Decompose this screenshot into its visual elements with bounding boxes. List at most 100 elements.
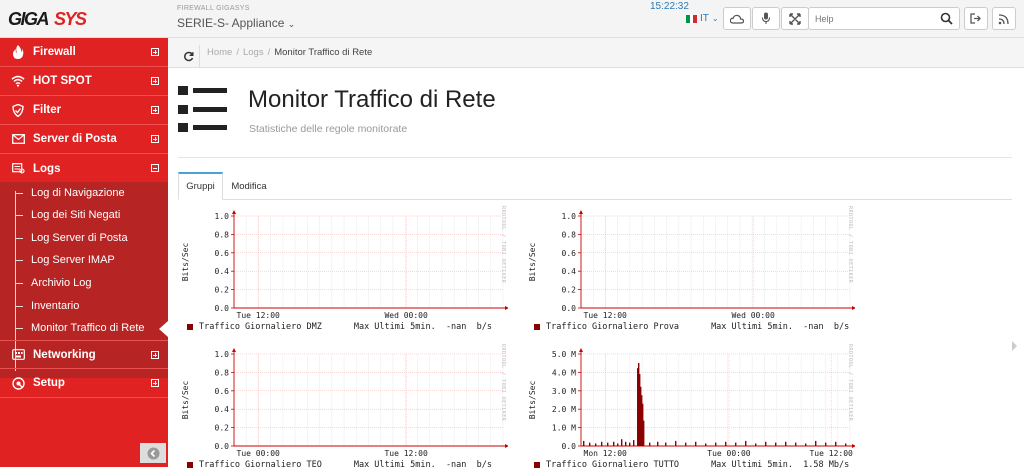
shield-icon [11, 103, 25, 117]
network-icon [11, 348, 25, 362]
x-tick-label: Tue 12:00 [584, 311, 628, 320]
sidebar-item-firewall[interactable]: Firewall [0, 38, 168, 67]
y-tick-label: 0.6 [562, 249, 577, 258]
submenu-tick [16, 328, 23, 329]
sidebar-item-label: Server di Posta [33, 133, 117, 145]
gigasys-logo[interactable]: GIGA SYS [8, 8, 92, 30]
scroll-right-arrow[interactable] [1012, 341, 1017, 351]
appliance-label: SERIE-S- Appliance [177, 16, 285, 30]
page-subtitle: Statistiche delle regole monitorate [249, 123, 408, 135]
x-axis-arrow [852, 444, 855, 448]
y-axis-arrow [579, 348, 583, 352]
data-bar [649, 442, 651, 446]
graph-legend: Traffico Giornaliero DMZ Max Ultimi 5min.… [187, 322, 492, 332]
sidebar-item-mail-server[interactable]: Server di Posta [0, 125, 168, 154]
y-axis-arrow [579, 210, 583, 214]
logout-button[interactable] [964, 7, 988, 30]
y-tick-label: 4.0 M [552, 368, 576, 377]
sidebar-collapse-button[interactable] [140, 443, 166, 463]
sidebar-item-logs[interactable]: Logs [0, 154, 168, 183]
breadcrumb-home[interactable]: Home [207, 47, 232, 58]
list-icon [178, 86, 227, 132]
submenu-tick [16, 306, 23, 307]
submenu-item-mail-server-log[interactable]: Log Server di Posta [31, 228, 128, 248]
cloud-button[interactable] [723, 7, 751, 30]
y-axis-label: Bits/Sec [181, 381, 190, 420]
legend-stat: Max Ultimi 5min. -nan b/s [353, 322, 492, 332]
refresh-icon [184, 51, 194, 61]
submenu-item-imap-log[interactable]: Log Server IMAP [31, 250, 115, 270]
data-bar [765, 441, 767, 446]
expand-icon [151, 106, 159, 114]
legend-swatch [187, 324, 193, 330]
language-selector[interactable]: IT ⌄ [686, 13, 719, 24]
expand-icon [151, 48, 159, 56]
data-bar [715, 442, 717, 446]
svg-text:SYS: SYS [54, 9, 87, 29]
graph-legend: Traffico Giornaliero TEO Max Ultimi 5min.… [187, 460, 492, 470]
y-tick-label: 0.4 [215, 405, 230, 414]
submenu-item-log-archive[interactable]: Archivio Log [31, 273, 92, 293]
expand-icon [151, 351, 159, 359]
expand-icon [151, 77, 159, 85]
clock: 15:22:32 [650, 1, 689, 12]
x-tick-label: Tue 00:00 [237, 449, 281, 458]
sidebar-item-label: Networking [33, 348, 96, 361]
sidebar-item-filter[interactable]: Filter [0, 96, 168, 125]
fullscreen-button[interactable] [781, 7, 809, 30]
submenu-tick [16, 283, 23, 284]
flame-icon [11, 45, 25, 59]
microphone-button[interactable] [752, 7, 780, 30]
sidebar-item-networking[interactable]: Networking [0, 340, 168, 369]
submenu-item-browsing-log[interactable]: Log di Navigazione [31, 183, 125, 203]
tab-edit[interactable]: Modifica [225, 172, 273, 200]
y-axis-label: Bits/Sec [528, 381, 537, 420]
data-bar [805, 443, 807, 446]
tab-bar: Gruppi Modifica [178, 172, 1012, 200]
refresh-button[interactable] [178, 45, 200, 67]
rrdtool-credit: RRDTOOL / TOBI OETIKER [847, 206, 853, 284]
breadcrumb-bar: Home / Logs / Monitor Traffico di Rete [168, 38, 1024, 68]
legend-swatch [534, 462, 540, 468]
data-bar [621, 439, 623, 446]
search-icon[interactable] [940, 12, 953, 25]
data-bar [601, 441, 603, 446]
y-tick-label: 0.6 [215, 249, 230, 258]
chevron-down-icon: ⌄ [287, 19, 296, 29]
chevron-down-icon: ⌄ [711, 14, 719, 23]
signal-button[interactable] [992, 7, 1016, 30]
legend-stat: Max Ultimi 5min. -nan b/s [353, 460, 492, 470]
x-tick-label: Wed 00:00 [384, 311, 428, 320]
x-tick-label: Mon 12:00 [584, 449, 628, 458]
submenu-item-traffic-monitor[interactable]: Monitor Traffico di Rete [31, 318, 145, 338]
y-tick-label: 0.2 [562, 286, 577, 295]
data-bar [685, 442, 687, 446]
help-search [808, 7, 960, 30]
sidebar: Firewall HOT SPOT Filter Server di Posta… [0, 38, 168, 467]
graph-canvas: 1.0 0.8 0.6 0.4 0.2 0.0 Tue 00:00 Tue 12:00 Bits… [181, 348, 508, 458]
x-tick-label: Tue 12:00 [809, 449, 853, 458]
breadcrumb-logs[interactable]: Logs [243, 47, 264, 58]
sidebar-item-label: HOT SPOT [33, 75, 92, 87]
search-input[interactable] [815, 11, 935, 26]
tab-groups[interactable]: Gruppi [178, 172, 223, 200]
fullscreen-icon [789, 12, 801, 25]
legend-label: Traffico Giornaliero Prova [546, 322, 680, 332]
data-bar [825, 442, 827, 446]
data-bar [657, 441, 659, 446]
submenu-item-denied-sites-log[interactable]: Log dei Siti Negati [31, 205, 120, 225]
appliance-selector[interactable]: SERIE-S- Appliance ⌄ [177, 16, 295, 30]
sidebar-item-hotspot[interactable]: HOT SPOT [0, 67, 168, 96]
traffic-graph-prova: 1.0 0.8 0.6 0.4 0.2 0.0 Tue 12:00 Wed 00:00 Bits… [525, 206, 855, 336]
top-bar: GIGA SYS FIREWALL GIGASYS SERIE-S- Appli… [0, 0, 1024, 38]
submenu-tick [16, 193, 23, 194]
graph-canvas: 5.0 M 4.0 M 3.0 M 2.0 M 1.0 M 0.0 Mon 12:00 Tue… [528, 348, 855, 458]
y-tick-label: 3.0 M [552, 387, 576, 396]
divider [178, 157, 1012, 158]
sidebar-item-setup[interactable]: Setup [0, 369, 168, 398]
rrdtool-credit: RRDTOOL / TOBI OETIKER [500, 206, 506, 284]
logout-icon [970, 13, 981, 24]
x-axis-arrow [852, 306, 855, 310]
breadcrumb-separator: / [236, 47, 239, 58]
submenu-item-inventory[interactable]: Inventario [31, 296, 79, 316]
